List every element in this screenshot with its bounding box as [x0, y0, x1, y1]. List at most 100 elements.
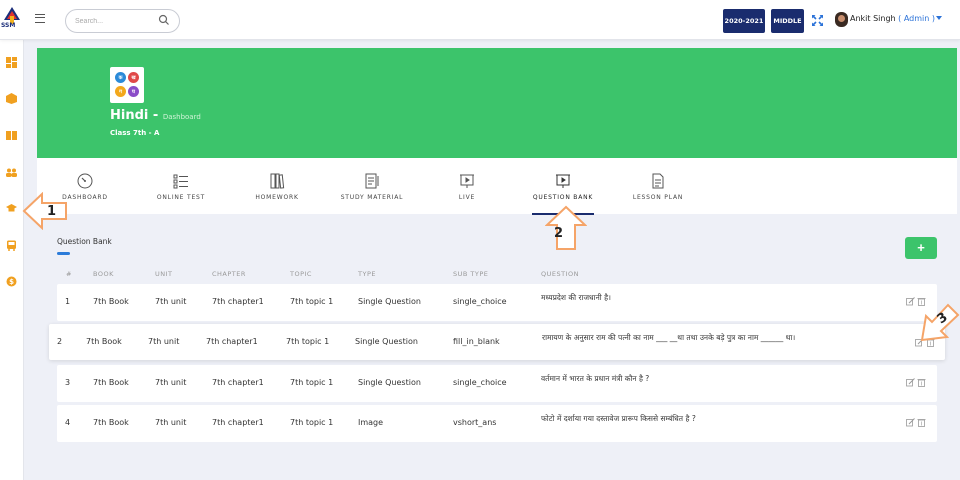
row-actions [906, 418, 926, 427]
section-title: Question Bank [57, 237, 112, 246]
topic-cell: 7th topic 1 [290, 378, 334, 387]
column-header: BOOK [93, 270, 114, 278]
menu-toggle-icon[interactable] [35, 14, 45, 23]
column-header: TOPIC [290, 270, 312, 278]
tab-label: HOMEWORK [255, 194, 299, 201]
session-badge[interactable]: 2020-2021 [723, 9, 765, 33]
bus-icon[interactable] [6, 240, 17, 251]
tab-label: STUDY MATERIAL [340, 194, 404, 201]
tab-online-test[interactable]: ONLINE TEST [157, 158, 205, 214]
notebook-icon [365, 173, 379, 189]
tab-label: DASHBOARD [62, 194, 108, 201]
question-cell: वर्तमान में भारत के प्रधान मंत्री कौन है… [541, 374, 650, 383]
tab-live[interactable]: LIVE [452, 158, 482, 214]
unit-cell: 7th unit [148, 337, 180, 346]
callout-arrow-up-icon [545, 205, 587, 250]
class-label: Class 7th - A [110, 129, 160, 137]
avatar[interactable] [835, 12, 848, 27]
topic-cell: 7th topic 1 [286, 337, 330, 346]
user-role: ( Admin ) [898, 14, 935, 23]
question-cell: फोटो में दर्शाया गया दस्तावेज प्रारूप कि… [541, 414, 696, 423]
tab-label: ONLINE TEST [156, 194, 206, 201]
table-row[interactable]: 3 7th Book 7th unit 7th chapter1 7th top… [57, 365, 937, 402]
type-cell: Single Question [358, 297, 421, 306]
question-cell: रामायण के अनुसार राम की पत्नी का नाम ___… [542, 333, 796, 342]
tab-lesson-plan[interactable]: LESSON PLAN [632, 158, 684, 214]
book-cell: 7th Book [93, 418, 129, 427]
callout-number: 2 [554, 226, 564, 241]
presentation-icon [556, 174, 570, 188]
column-header: UNIT [155, 270, 173, 278]
callout-arrow-diagonal-icon [920, 303, 960, 342]
column-header: QUESTION [541, 270, 579, 278]
row-number: 1 [65, 297, 71, 306]
tab-study-material[interactable]: STUDY MATERIAL [340, 158, 404, 214]
fullscreen-icon[interactable] [812, 15, 823, 26]
chevron-down-icon[interactable] [936, 16, 942, 20]
tab-label: LIVE [458, 194, 476, 201]
tab-label: LESSON PLAN [632, 194, 684, 201]
dashboard-icon[interactable] [6, 57, 17, 68]
users-icon[interactable] [6, 167, 17, 178]
unit-cell: 7th unit [155, 297, 187, 306]
unit-cell: 7th unit [155, 418, 187, 427]
table-row[interactable]: 4 7th Book 7th unit 7th chapter1 7th top… [57, 405, 937, 442]
column-header: # [66, 270, 72, 278]
graduation-cap-icon[interactable] [6, 203, 17, 214]
tab-homework[interactable]: HOMEWORK [254, 158, 300, 214]
search-icon[interactable] [158, 14, 170, 26]
book-cell: 7th Book [93, 378, 129, 387]
page-title: Hindi - Dashboard [110, 108, 201, 123]
trash-icon[interactable] [917, 378, 926, 387]
topic-cell: 7th topic 1 [290, 418, 334, 427]
logo-letter: घ [128, 86, 139, 97]
logo-text: SSM [1, 22, 16, 29]
coin-icon[interactable]: $ [6, 276, 17, 287]
table-row[interactable]: 1 7th Book 7th unit 7th chapter1 7th top… [57, 284, 937, 321]
subject-tabs: DASHBOARD ONLINE TEST HOMEWORK STUDY MAT… [37, 158, 957, 214]
chapter-cell: 7th chapter1 [212, 297, 264, 306]
edit-icon[interactable] [906, 297, 915, 306]
tab-label: QUESTION BANK [532, 194, 594, 201]
title-separator: - [148, 108, 163, 123]
subtype-cell: vshort_ans [453, 418, 497, 427]
type-cell: Image [358, 418, 384, 427]
subtype-cell: fill_in_blank [453, 337, 500, 346]
level-badge[interactable]: MIDDLE [771, 9, 804, 33]
logo-letter: ग [115, 86, 126, 97]
type-cell: Single Question [355, 337, 418, 346]
logo-letter: ख [128, 72, 139, 83]
document-icon [652, 173, 664, 189]
column-header: CHAPTER [212, 270, 246, 278]
callout-arrow-left-icon [22, 192, 67, 230]
row-number: 3 [65, 378, 71, 387]
column-header: SUB TYPE [453, 270, 489, 278]
svg-text:$: $ [9, 278, 14, 286]
row-actions [906, 378, 926, 387]
type-cell: Single Question [358, 378, 421, 387]
book-cell: 7th Book [93, 297, 129, 306]
topic-cell: 7th topic 1 [290, 297, 334, 306]
checklist-icon [173, 174, 188, 189]
chapter-cell: 7th chapter1 [212, 378, 264, 387]
book-icon[interactable] [6, 130, 17, 141]
subject-logo: क ख ग घ [110, 67, 144, 103]
books-icon [270, 173, 285, 189]
row-number: 2 [57, 337, 63, 346]
column-header: TYPE [358, 270, 376, 278]
callout-number: 1 [47, 204, 57, 219]
subject-banner [37, 48, 957, 158]
breadcrumb[interactable]: Dashboard [163, 113, 201, 121]
edit-icon[interactable] [906, 418, 915, 427]
edit-icon[interactable] [906, 378, 915, 387]
box-icon[interactable] [6, 93, 17, 104]
add-question-button[interactable]: + [905, 237, 937, 259]
tab-dashboard[interactable]: DASHBOARD [62, 158, 108, 214]
sidebar: $ [0, 40, 24, 480]
row-number: 4 [65, 418, 71, 427]
trash-icon[interactable] [917, 418, 926, 427]
subject-name: Hindi [110, 108, 149, 123]
user-menu[interactable]: Ankit Singh ( Admin ) [850, 14, 935, 23]
section-title-underline [57, 252, 70, 255]
table-row[interactable]: 2 7th Book 7th unit 7th chapter1 7th top… [49, 324, 945, 360]
